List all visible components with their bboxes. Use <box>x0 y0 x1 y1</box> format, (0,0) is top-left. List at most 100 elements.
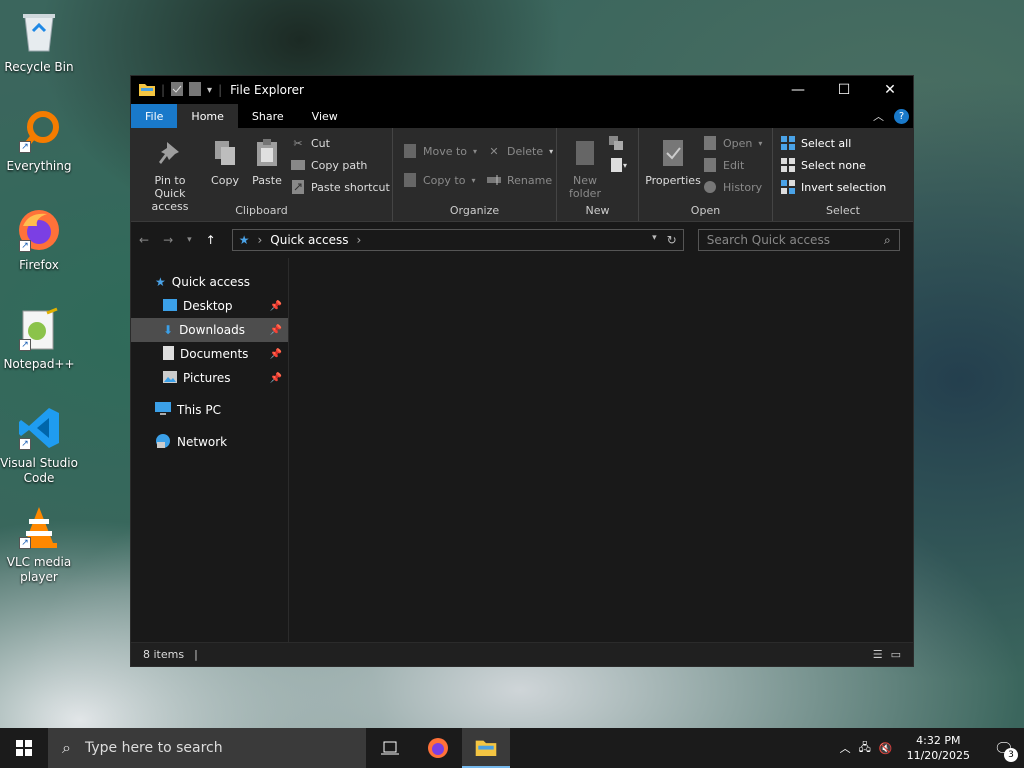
computer-icon <box>155 401 171 419</box>
address-field[interactable]: ★ › Quick access › ▾ ↻ <box>231 229 684 251</box>
task-view-icon <box>381 741 399 755</box>
collapse-ribbon-icon[interactable]: ︿ <box>873 108 884 124</box>
paste-button[interactable]: Paste <box>247 138 287 187</box>
desktop-icon-notepadpp[interactable]: ↗ Notepad++ <box>0 305 78 372</box>
notepadpp-icon: ↗ <box>15 305 63 353</box>
pin-icon[interactable]: 📌 <box>270 349 282 360</box>
desktop-icon-vscode[interactable]: ↗ Visual Studio Code <box>0 404 78 486</box>
pin-icon[interactable]: 📌 <box>270 373 282 384</box>
start-button[interactable] <box>0 728 48 768</box>
refresh-icon[interactable]: ↻ <box>667 233 677 247</box>
nav-item-downloads[interactable]: ⬇ Downloads 📌 <box>131 318 288 342</box>
back-arrow-icon[interactable]: ← <box>139 233 149 247</box>
shortcut-arrow-icon: ↗ <box>19 240 31 252</box>
breadcrumb-quick-access[interactable]: Quick access <box>270 233 348 247</box>
pin-icon <box>156 138 184 168</box>
desktop-icon-label: Visual Studio Code <box>0 456 78 485</box>
search-icon: ⌕ <box>883 232 891 247</box>
title-bar: | ▾ | File Explorer — ☐ ✕ <box>131 76 913 104</box>
new-folder-qa-icon[interactable] <box>189 81 202 99</box>
ribbon-tabs: File Home Share View ︿ ? <box>131 104 913 128</box>
file-list-area[interactable] <box>289 258 913 642</box>
desktop-icon-everything[interactable]: ↗ Everything <box>0 107 78 174</box>
taskbar-file-explorer[interactable] <box>462 728 510 768</box>
pin-icon[interactable]: 📌 <box>270 301 282 312</box>
desktop-icon-recycle-bin[interactable]: Recycle Bin <box>0 8 78 75</box>
taskbar-firefox[interactable] <box>414 728 462 768</box>
history-button[interactable]: History <box>703 180 762 194</box>
desktop-icon-firefox[interactable]: ↗ Firefox <box>0 206 78 273</box>
up-arrow-icon[interactable]: ↑ <box>206 233 216 247</box>
maximize-button[interactable]: ☐ <box>821 76 867 104</box>
cut-button[interactable]: ✂ Cut <box>291 136 330 150</box>
new-item-button[interactable] <box>609 136 623 150</box>
tab-home[interactable]: Home <box>177 104 238 128</box>
pin-to-quick-access-button[interactable]: Pin to Quick access <box>137 138 203 213</box>
windows-logo-icon <box>16 740 32 756</box>
nav-item-this-pc[interactable]: This PC <box>131 398 288 422</box>
clock-date: 11/20/2025 <box>906 749 970 762</box>
edit-button[interactable]: Edit <box>703 158 744 172</box>
paste-shortcut-button[interactable]: Paste shortcut <box>291 180 390 194</box>
properties-button[interactable]: Properties <box>643 138 703 187</box>
window-title: File Explorer <box>230 83 304 97</box>
desktop-icon-vlc[interactable]: ↗ VLC media player <box>0 503 78 585</box>
file-explorer-window: | ▾ | File Explorer — ☐ ✕ File Home Shar… <box>130 75 914 667</box>
properties-qa-icon[interactable] <box>171 81 184 99</box>
large-icons-view-icon[interactable]: ▭ <box>891 648 901 661</box>
tab-file[interactable]: File <box>131 104 178 128</box>
breadcrumb-separator-icon[interactable]: › <box>356 233 361 247</box>
search-input[interactable]: Search Quick access ⌕ <box>697 229 900 251</box>
copy-button[interactable]: Copy <box>205 138 245 187</box>
rename-icon <box>487 173 501 187</box>
copy-icon <box>211 138 239 168</box>
network-status-icon[interactable]: 🖧 <box>859 739 871 758</box>
copy-to-button[interactable]: Copy to ▾ <box>403 173 475 187</box>
forward-arrow-icon[interactable]: → <box>163 233 173 247</box>
pin-icon[interactable]: 📌 <box>270 325 282 336</box>
minimize-button[interactable]: — <box>775 76 821 104</box>
nav-item-pictures[interactable]: Pictures 📌 <box>131 366 288 390</box>
taskbar-search-box[interactable]: ⌕ Type here to search <box>48 728 366 768</box>
desktop-icon-label: Notepad++ <box>3 357 75 371</box>
nav-item-quick-access[interactable]: ★ Quick access <box>131 270 288 294</box>
address-bar-row: ← → ▾ ↑ ★ › Quick access › ▾ ↻ Search Qu… <box>131 222 913 258</box>
easy-access-button[interactable]: ▾ <box>609 158 627 172</box>
main-body: ★ Quick access Desktop 📌 ⬇ Downloads 📌 D… <box>131 258 913 642</box>
copy-path-button[interactable]: Copy path <box>291 158 367 172</box>
move-to-icon <box>403 144 417 158</box>
document-icon <box>609 158 623 172</box>
desktop-icon-label: Recycle Bin <box>4 60 74 74</box>
recent-locations-chevron-icon[interactable]: ▾ <box>187 235 192 245</box>
status-bar: 8 items | ☰ ▭ <box>131 642 913 666</box>
tab-view[interactable]: View <box>298 104 352 128</box>
nav-item-desktop[interactable]: Desktop 📌 <box>131 294 288 318</box>
quick-access-toolbar: | ▾ | <box>139 81 222 99</box>
notification-count: 3 <box>1004 747 1018 762</box>
shortcut-arrow-icon: ↗ <box>19 339 31 351</box>
firefox-icon <box>428 738 448 758</box>
help-button[interactable]: ? <box>894 108 909 124</box>
close-button[interactable]: ✕ <box>867 76 913 104</box>
select-none-button[interactable]: Select none <box>781 158 866 172</box>
desktop-folder-icon <box>163 298 177 314</box>
delete-button[interactable]: ✕ Delete ▾ <box>487 144 553 158</box>
tab-share[interactable]: Share <box>238 104 298 128</box>
select-all-button[interactable]: Select all <box>781 136 851 150</box>
task-view-button[interactable] <box>366 728 414 768</box>
clock[interactable]: 4:32 PM 11/20/2025 <box>901 733 976 763</box>
nav-item-documents[interactable]: Documents 📌 <box>131 342 288 366</box>
star-icon: ★ <box>155 275 166 289</box>
rename-button[interactable]: Rename <box>487 173 552 187</box>
new-folder-button[interactable]: New folder <box>563 138 607 200</box>
move-to-button[interactable]: Move to ▾ <box>403 144 477 158</box>
notifications-button[interactable]: 🗨 3 <box>984 739 1024 762</box>
volume-muted-icon[interactable]: 🔇 <box>879 742 893 755</box>
customize-qa-dropdown-icon[interactable]: ▾ <box>207 85 212 96</box>
invert-selection-button[interactable]: Invert selection <box>781 180 886 194</box>
open-button[interactable]: Open ▾ <box>703 136 762 150</box>
address-history-chevron-icon[interactable]: ▾ <box>652 233 657 247</box>
details-view-icon[interactable]: ☰ <box>873 648 883 661</box>
show-hidden-icons-chevron-icon[interactable]: ︿ <box>840 740 851 756</box>
nav-item-network[interactable]: Network <box>131 430 288 454</box>
